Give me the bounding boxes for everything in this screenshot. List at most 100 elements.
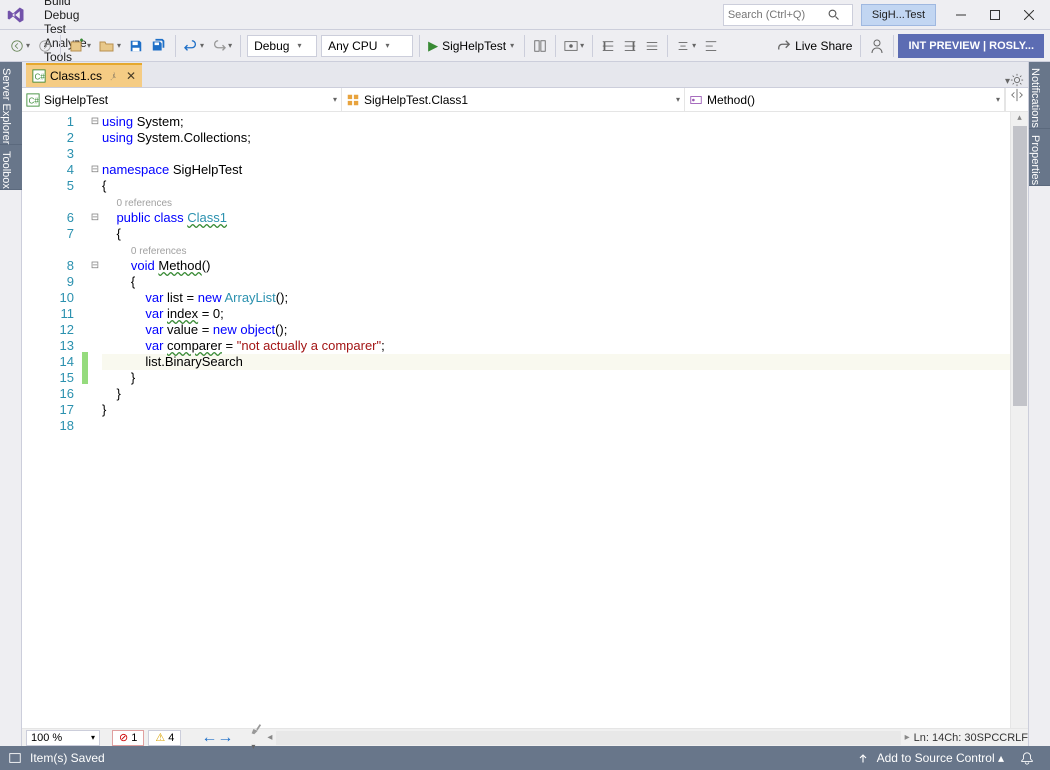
code-content[interactable]: using System;using System.Collections; na… [102, 112, 1010, 728]
source-control-button[interactable]: Add to Source Control ▴ [869, 751, 1012, 765]
save-all-button[interactable] [147, 34, 171, 58]
toolbar-icon-5[interactable] [641, 34, 663, 58]
code-line[interactable] [102, 146, 1010, 162]
code-line[interactable]: namespace SigHelpTest [102, 162, 1010, 178]
toolbar-icon-3[interactable] [597, 34, 619, 58]
code-line[interactable]: list.BinarySearch [102, 354, 1010, 370]
upload-icon [857, 752, 869, 764]
toolbar-icon-6[interactable]: ▾ [672, 34, 700, 58]
file-tab-active[interactable]: C# Class1.cs ✕ [26, 63, 142, 87]
class-icon [346, 93, 360, 107]
vs-logo-icon [4, 3, 28, 27]
code-line[interactable]: using System; [102, 114, 1010, 130]
code-line[interactable]: using System.Collections; [102, 130, 1010, 146]
nav-prev-button[interactable]: ← [201, 729, 217, 747]
side-tab-notifications[interactable]: Notifications [1029, 62, 1050, 129]
toolbar-icon-2[interactable]: ▾ [560, 34, 588, 58]
error-count[interactable]: ⊘ 1 [112, 730, 144, 746]
menu-debug[interactable]: Debug [36, 8, 111, 22]
navigation-bar: C# SigHelpTest▾ SigHelpTest.Class1▾ Meth… [22, 88, 1028, 112]
undo-button[interactable]: ▾ [180, 34, 208, 58]
editor-footer: 100 %▾ ⊘ 1 ⚠ 4 ← → ▾ ◂ ▸ Ln: 14 Ch [22, 728, 1028, 746]
document-tabs: C# Class1.cs ✕ ▾ [22, 62, 1028, 88]
title-bar: FileEditViewGitProjectBuildDebugTestAnal… [0, 0, 1050, 30]
toolbar-icon-4[interactable] [619, 34, 641, 58]
code-line[interactable]: var value = new object(); [102, 322, 1010, 338]
code-line[interactable]: public class Class1 [102, 210, 1010, 226]
toolbar: ▾ ▾ ▾ ▾ ▾ Debug▾ Any CPU▾ ▶SigHelpTest▾ … [0, 30, 1050, 62]
redo-button[interactable]: ▾ [208, 34, 236, 58]
nav-back-button[interactable]: ▾ [6, 34, 34, 58]
search-input[interactable] [728, 9, 828, 21]
nav-next-button[interactable]: → [217, 729, 233, 747]
right-tool-panel: NotificationsProperties [1028, 62, 1050, 746]
editor-area: C# Class1.cs ✕ ▾ C# SigHelpTest▾ [22, 62, 1028, 746]
code-line[interactable]: } [102, 386, 1010, 402]
line-numbers: 123456789101112131415161718 [22, 112, 82, 728]
vertical-scrollbar[interactable]: ▴ [1010, 112, 1028, 728]
menu-build[interactable]: Build [36, 0, 111, 8]
search-icon [828, 9, 840, 21]
side-tab-server-explorer[interactable]: Server Explorer [0, 62, 22, 145]
pin-icon[interactable] [108, 71, 118, 81]
code-line[interactable]: 0 references [102, 242, 1010, 258]
maximize-button[interactable] [978, 3, 1012, 27]
file-tab-label: Class1.cs [50, 69, 102, 83]
code-line[interactable]: { [102, 178, 1010, 194]
open-button[interactable]: ▾ [95, 34, 125, 58]
platform-dropdown[interactable]: Any CPU▾ [321, 35, 413, 57]
code-editor[interactable]: 123456789101112131415161718 ⊟⊟⊟⊟ using S… [22, 112, 1028, 728]
code-line[interactable]: } [102, 402, 1010, 418]
code-line[interactable]: var list = new ArrayList(); [102, 290, 1010, 306]
code-line[interactable]: var comparer = "not actually a comparer"… [102, 338, 1010, 354]
code-line[interactable] [102, 418, 1010, 434]
window-settings-icon[interactable] [1010, 73, 1024, 87]
csharp-project-icon: C# [26, 93, 40, 107]
code-line[interactable]: } [102, 370, 1010, 386]
code-line[interactable]: { [102, 274, 1010, 290]
error-icon: ⊘ [119, 731, 128, 744]
feedback-button[interactable] [865, 34, 889, 58]
preview-badge[interactable]: INT PREVIEW | ROSLY... [898, 34, 1044, 58]
start-debug-button[interactable]: ▶SigHelpTest▾ [424, 38, 520, 54]
toolbar-icon-1[interactable] [529, 34, 551, 58]
toolbar-icon-7[interactable] [700, 34, 722, 58]
close-button[interactable] [1012, 3, 1046, 27]
nav-fwd-button[interactable] [34, 34, 56, 58]
minimize-button[interactable] [944, 3, 978, 27]
code-line[interactable]: void Method() [102, 258, 1010, 274]
svg-text:C#: C# [29, 96, 40, 105]
scrollbar-thumb[interactable] [1013, 126, 1027, 406]
svg-text:C#: C# [35, 73, 46, 82]
code-line[interactable]: { [102, 226, 1010, 242]
side-tab-toolbox[interactable]: Toolbox [0, 145, 22, 190]
indent-indicator[interactable]: SPC [977, 732, 1000, 744]
notifications-button[interactable] [1012, 751, 1042, 765]
save-button[interactable] [125, 34, 147, 58]
code-line[interactable]: var index = 0; [102, 306, 1010, 322]
live-share-button[interactable]: Live Share [773, 34, 856, 58]
config-dropdown[interactable]: Debug▾ [247, 35, 317, 57]
line-indicator: Ln: 14 [914, 732, 945, 744]
side-tab-properties[interactable]: Properties [1029, 129, 1050, 186]
status-icon [8, 751, 22, 765]
line-ending-indicator[interactable]: CRLF [999, 732, 1028, 744]
method-icon [689, 93, 703, 107]
new-project-button[interactable]: ▾ [65, 34, 95, 58]
body: Server ExplorerToolbox C# Class1.cs ✕ ▾ [0, 62, 1050, 746]
fold-column[interactable]: ⊟⊟⊟⊟ [88, 112, 102, 728]
code-line[interactable]: 0 references [102, 194, 1010, 210]
csharp-file-icon: C# [32, 69, 46, 83]
warning-count[interactable]: ⚠ 4 [148, 730, 181, 746]
search-box[interactable] [723, 4, 853, 26]
solution-name: SigH...Test [861, 4, 936, 26]
nav-class-combo[interactable]: SigHelpTest.Class1▾ [342, 88, 685, 111]
close-tab-button[interactable]: ✕ [126, 69, 136, 83]
zoom-combo[interactable]: 100 %▾ [26, 730, 100, 746]
char-indicator: Ch: 30 [944, 732, 976, 744]
status-bar: Item(s) Saved Add to Source Control ▴ [0, 746, 1050, 770]
warning-icon: ⚠ [155, 731, 165, 744]
nav-project-combo[interactable]: C# SigHelpTest▾ [22, 88, 342, 111]
nav-member-combo[interactable]: Method()▾ [685, 88, 1005, 111]
split-editor-button[interactable] [1005, 88, 1028, 111]
